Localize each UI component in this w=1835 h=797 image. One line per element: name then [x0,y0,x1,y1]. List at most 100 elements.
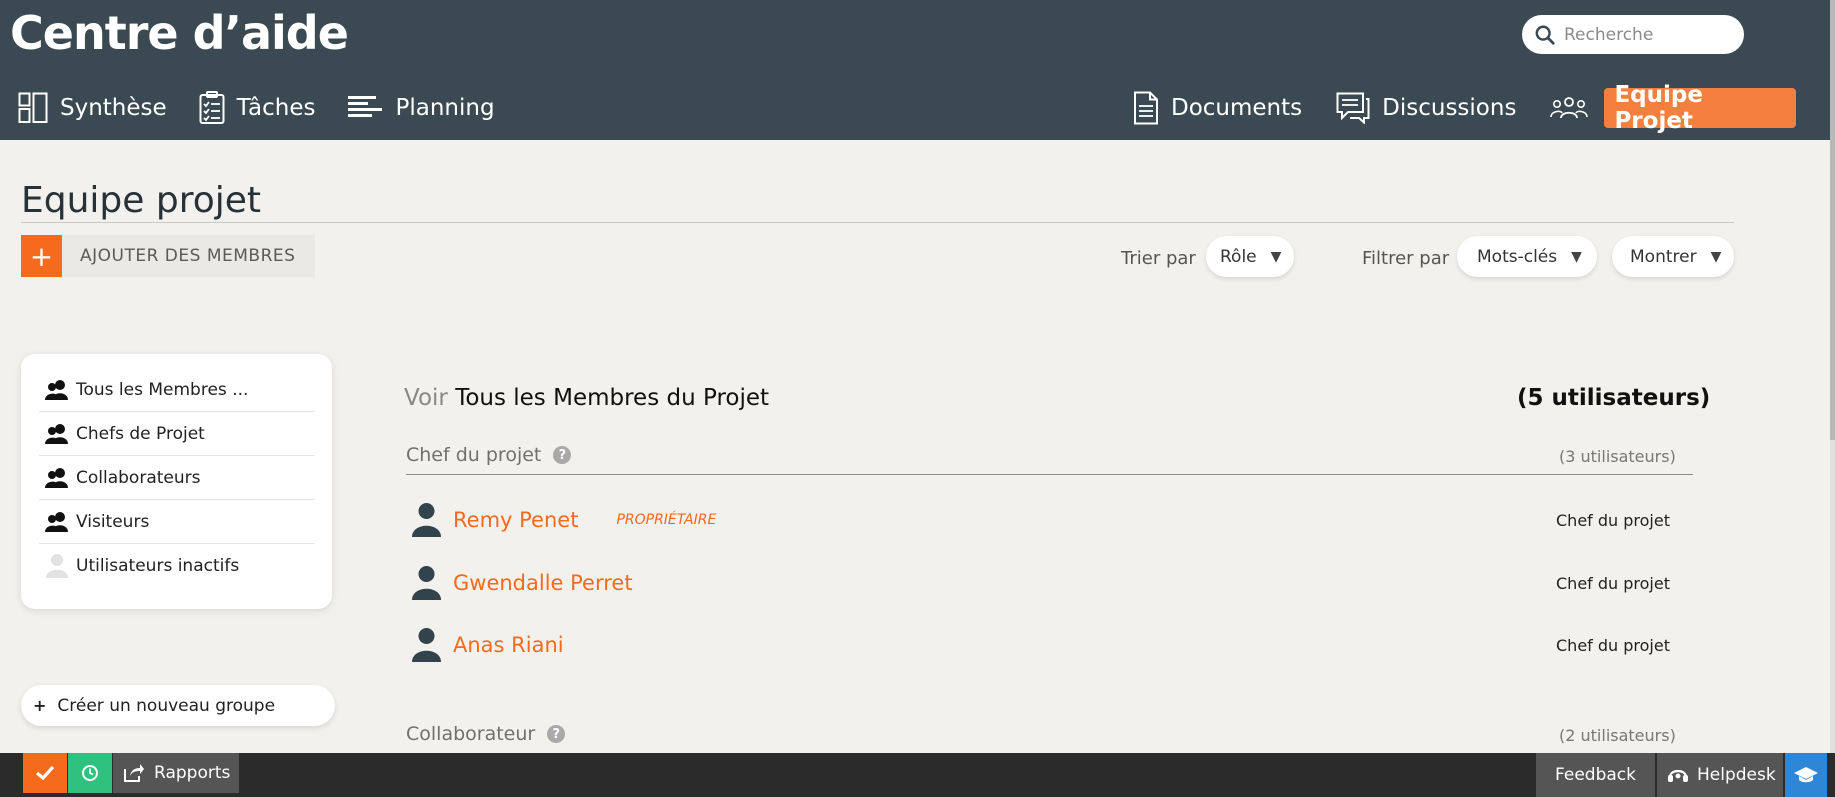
nav-synthese-label: Synthèse [60,95,167,121]
feedback-label: Feedback [1555,765,1636,785]
users-icon [45,467,68,488]
reports-button[interactable]: Rapports [113,753,239,793]
nav-equipe-projet[interactable]: Equipe Projet [1604,82,1796,134]
show-dropdown[interactable]: Montrer ▼ [1612,236,1734,277]
inactive-user-icon [46,554,68,578]
sort-label: Trier par [1121,248,1196,269]
nav-taches-label: Tâches [236,95,316,121]
sidebar-item-collaborators[interactable]: Collaborateurs [39,456,314,500]
title-divider [21,222,1734,223]
help-icon[interactable]: ? [547,725,566,743]
sidebar-item-label: Collaborateurs [76,467,201,488]
create-group-button[interactable]: + Créer un nouveau groupe [21,685,335,726]
nav-taches[interactable]: Tâches [199,86,316,130]
section-chef-title: Chef du projet ? [406,444,572,466]
sidebar-item-visitors[interactable]: Visiteurs [39,500,314,544]
clipboard-icon [199,91,225,124]
caret-down-icon: ▼ [1571,248,1582,265]
member-role: Chef du projet [1556,635,1670,655]
nav-synthese[interactable]: Synthèse [18,86,167,130]
keywords-value: Mots-clés [1477,246,1558,267]
section-collab-count: (2 utilisateurs) [1559,726,1676,745]
nav-planning[interactable]: Planning [347,86,495,130]
header: Centre d’aide Synthèse Tâches Planning D… [0,0,1830,140]
graduation-cap-icon [1794,767,1818,783]
helpdesk-label: Helpdesk [1697,765,1776,785]
dashboard-icon [18,92,48,123]
help-icon[interactable]: ? [553,446,572,464]
sidebar-item-inactive-users[interactable]: Utilisateurs inactifs [39,544,314,588]
search-icon [1535,25,1555,45]
member-name[interactable]: Gwendalle Perret [453,571,633,595]
sort-dropdown[interactable]: Rôle ▼ [1206,236,1294,277]
member-row: Anas Riani Chef du projet [410,625,1670,665]
share-icon [124,764,144,782]
nav-discussions[interactable]: Discussions [1336,86,1516,130]
feedback-button[interactable]: Feedback [1536,753,1655,797]
owner-badge: PROPRIÉTAIRE [616,512,717,528]
view-heading: Voir Tous les Membres du Projet [404,385,769,411]
page-scrollbar[interactable] [1830,0,1835,753]
nav-documents-label: Documents [1171,95,1303,121]
member-role: Chef du projet [1556,573,1670,593]
user-avatar-icon [412,566,441,600]
show-value: Montrer [1630,246,1697,267]
timer-button[interactable] [68,753,112,793]
reports-label: Rapports [154,763,231,783]
group-sidebar: Tous les Membres ... Chefs de Projet Col… [21,354,332,609]
member-name[interactable]: Remy Penet [453,508,578,532]
member-role: Chef du projet [1556,510,1670,530]
add-members-button[interactable]: + AJOUTER DES MEMBRES [21,235,316,277]
nav-equipe-projet-label: Equipe Projet [1614,82,1703,134]
sidebar-item-label: Utilisateurs inactifs [76,556,240,576]
sidebar-item-label: Visiteurs [76,511,150,532]
clock-icon [82,765,98,781]
keywords-dropdown[interactable]: Mots-clés ▼ [1457,236,1597,277]
nav-team-icon-wrap[interactable] [1550,86,1600,130]
helpdesk-button[interactable]: Helpdesk [1657,753,1783,797]
chat-icon [1336,92,1370,124]
nav-planning-label: Planning [395,95,495,121]
section-divider [406,474,1693,475]
sort-value: Rôle [1220,246,1257,267]
view-prefix: Voir [404,385,448,411]
check-icon [35,765,55,781]
gantt-icon [347,96,382,117]
plus-icon: + [21,235,62,277]
member-name[interactable]: Anas Riani [453,633,564,657]
nav-right: Documents Discussions Equipe Projet [1133,82,1830,134]
scrollbar-thumb[interactable] [1830,0,1835,440]
academy-button[interactable] [1785,753,1827,797]
sidebar-item-all-members[interactable]: Tous les Membres ... [39,368,314,412]
filter-label: Filtrer par [1362,248,1450,269]
sidebar-item-project-managers[interactable]: Chefs de Projet [39,412,314,456]
search-input[interactable] [1564,24,1734,45]
sidebar-item-label: Chefs de Projet [76,423,205,444]
page-title: Equipe projet [21,180,262,221]
bottom-toolbar: Rapports Feedback Helpdesk [0,753,1835,797]
section-title: Chef du projet [406,444,542,466]
task-check-button[interactable] [23,753,67,793]
app-title: Centre d’aide [10,6,349,60]
users-icon [45,511,68,532]
plus-icon: + [33,696,47,715]
document-icon [1134,91,1158,125]
caret-down-icon: ▼ [1270,248,1282,265]
section-collab-title: Collaborateur ? [406,723,566,745]
team-icon [1550,97,1589,119]
nav-documents[interactable]: Documents [1133,86,1302,130]
headset-icon [1668,769,1688,782]
member-row: Gwendalle Perret Chef du projet [410,563,1670,603]
view-title: Tous les Membres du Projet [455,385,770,411]
create-group-label: Créer un nouveau groupe [57,695,276,716]
add-members-label: AJOUTER DES MEMBRES [62,235,316,277]
users-icon [45,379,68,400]
users-icon [45,423,68,444]
nav-left: Synthèse Tâches Planning [18,86,527,130]
section-chef-count: (3 utilisateurs) [1559,447,1676,466]
nav-discussions-label: Discussions [1382,95,1517,121]
caret-down-icon: ▼ [1710,248,1722,265]
search-box[interactable] [1522,15,1744,54]
user-avatar-icon [412,628,441,662]
sidebar-item-label: Tous les Membres ... [76,379,249,400]
